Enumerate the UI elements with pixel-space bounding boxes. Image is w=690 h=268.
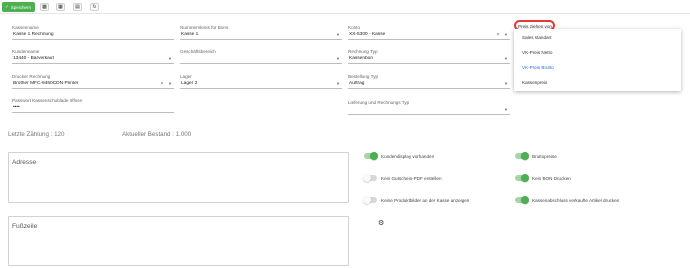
chevron-down-icon: ▼ (504, 81, 508, 86)
chevron-down-icon: ▼ (168, 81, 172, 86)
chevron-down-icon: ▼ (168, 56, 172, 61)
rechnung-typ-select[interactable]: Kassenbon ▼ (348, 54, 510, 64)
kein-bon-label: Kein BON Drucken (532, 176, 571, 181)
passwort-input[interactable]: •••• (12, 103, 174, 113)
drucker-select[interactable]: Brother MFC-9460CDN Printer × ▼ (12, 79, 174, 89)
chevron-down-icon: ▼ (336, 32, 340, 37)
clear-icon[interactable]: × (158, 81, 166, 87)
lieferung-typ-select[interactable]: ▼ (348, 105, 510, 115)
kassenname-input[interactable]: Kasse 1 Rechnung (12, 30, 174, 40)
aktueller-bestand: Aktueller Bestand : 1.000 (122, 131, 192, 138)
save-button-label: Speichern (10, 4, 32, 10)
refresh-icon[interactable]: ↻ (90, 3, 99, 11)
bestellung-typ-select[interactable]: Auftrag ▼ (348, 79, 510, 89)
gutschein-pdf-toggle[interactable] (363, 174, 377, 182)
chevron-down-icon: ▼ (336, 56, 340, 61)
clear-icon[interactable]: × (494, 32, 502, 38)
produktbilder-label: Keine Produktbilder an der Kasse anzeige… (381, 198, 470, 203)
fusszeile-textarea[interactable] (8, 216, 349, 266)
save-button[interactable]: ✓ Speichern (2, 2, 35, 12)
calculator-icon[interactable]: ▦ (56, 3, 65, 11)
dropdown-option[interactable]: Kassenpreis (522, 80, 547, 85)
bruttopreise-label: Bruttopreise (532, 154, 557, 159)
dropdown-option[interactable]: Sales standart (522, 35, 551, 40)
fusszeile-label: Fußzeile (12, 223, 38, 230)
chevron-down-icon: ▼ (504, 56, 508, 61)
dropdown-option-selected[interactable]: VK-Preis Brutto (522, 65, 554, 70)
kassenabschluss-label: Kassenabschluss verkaufte Artikel drucke… (532, 198, 620, 203)
kunde-select[interactable]: 13440 - Barverkauf ▼ (12, 54, 174, 64)
lager-select[interactable]: Lager 2 ▼ (180, 79, 342, 89)
produktbilder-toggle[interactable] (363, 196, 377, 204)
gutschein-pdf-label: Kein Gutschein-PDF erstellen (381, 176, 442, 181)
save-icon: ✓ (5, 4, 9, 9)
adresse-textarea[interactable] (8, 152, 349, 203)
kein-bon-toggle[interactable] (515, 174, 529, 182)
nummernkreis-select[interactable]: Kasse 1 ▼ (180, 30, 342, 40)
kundendisplay-label: Kundendisplay vorhanden (381, 154, 435, 159)
chevron-down-icon: ▼ (336, 81, 340, 86)
cash-register-icon[interactable]: ▩ (40, 3, 49, 11)
chevron-down-icon: ▼ (504, 107, 508, 112)
kassenabschluss-toggle[interactable] (515, 196, 529, 204)
toolbar (0, 0, 690, 14)
kundendisplay-toggle[interactable] (364, 152, 378, 160)
konto-select[interactable]: XX-5300 - Kasse × ▼ (348, 30, 510, 40)
preis-dropdown: Sales standart VK-Preis Netto VK-Preis B… (514, 29, 681, 91)
dropdown-option[interactable]: VK-Preis Netto (522, 50, 552, 55)
letzte-zaehlung: Letzte Zählung : 120 (8, 131, 65, 138)
printer-icon[interactable]: ▤ (73, 3, 82, 11)
geschaeftsbereich-select[interactable]: ▼ (180, 54, 342, 64)
bruttopreise-toggle[interactable] (515, 152, 529, 160)
chevron-down-icon: ▼ (504, 32, 508, 37)
adresse-label: Adresse (12, 159, 37, 166)
gear-icon[interactable]: ⚙ (378, 219, 384, 227)
